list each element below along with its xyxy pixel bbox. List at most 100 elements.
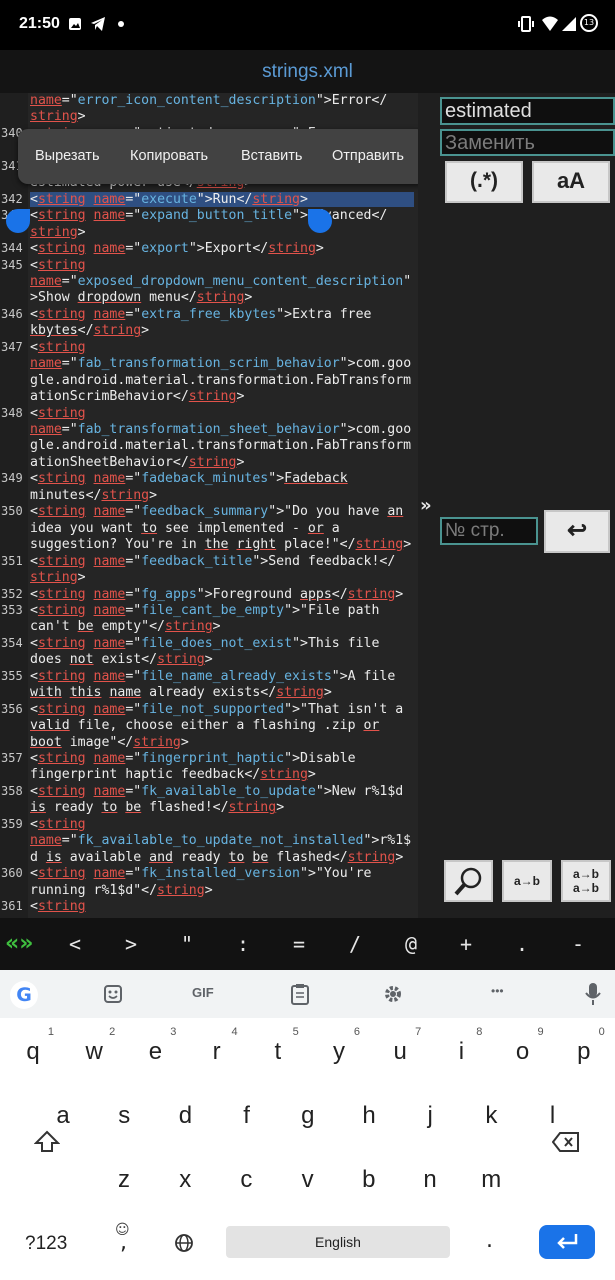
key-j[interactable]: j bbox=[404, 1090, 456, 1140]
find-button[interactable] bbox=[444, 860, 493, 902]
match-case-toggle-button[interactable]: aA bbox=[532, 161, 610, 203]
key-y[interactable]: 6y bbox=[313, 1026, 365, 1076]
code-line[interactable]: 352 <string name="fg_apps">Foreground app… bbox=[0, 587, 418, 603]
code-line[interactable]: 350 <string name="feedback_summary">"Do y… bbox=[0, 504, 418, 520]
code-line[interactable]: fingerprint haptic feedback</string> bbox=[0, 767, 418, 783]
replace-input[interactable]: Заменить bbox=[440, 129, 615, 156]
code-line[interactable]: is ready to be flashed!</string> bbox=[0, 800, 418, 816]
selection-end-handle[interactable] bbox=[308, 209, 332, 233]
code-line[interactable]: minutes</string> bbox=[0, 488, 418, 504]
selection-start-handle[interactable] bbox=[6, 209, 30, 233]
code-line[interactable]: name="fk_available_to_update_not_install… bbox=[0, 833, 418, 849]
toolbar-key[interactable]: . bbox=[507, 932, 537, 956]
regex-toggle-button[interactable]: (.*) bbox=[445, 161, 523, 203]
comma-key[interactable]: , bbox=[120, 1230, 127, 1255]
period-key[interactable]: . bbox=[486, 1228, 493, 1253]
sticker-icon[interactable] bbox=[103, 984, 123, 1004]
key-q[interactable]: 1q bbox=[7, 1026, 59, 1076]
key-t[interactable]: 5t bbox=[252, 1026, 304, 1076]
toolbar-key[interactable]: " bbox=[172, 932, 202, 956]
code-line[interactable]: boot image"</string> bbox=[0, 735, 418, 751]
code-line[interactable]: gle.android.material.transformation.FabT… bbox=[0, 438, 418, 454]
key-m[interactable]: m bbox=[465, 1154, 517, 1204]
code-line[interactable]: kbytes</string> bbox=[0, 323, 418, 339]
toolbar-key[interactable]: + bbox=[451, 932, 481, 956]
key-e[interactable]: 3e bbox=[129, 1026, 181, 1076]
code-line[interactable]: 348 <string bbox=[0, 406, 418, 422]
code-line[interactable]: running r%1$d"</string> bbox=[0, 883, 418, 899]
code-line[interactable]: 353 <string name="file_cant_be_empty">"Fi… bbox=[0, 603, 418, 619]
key-f[interactable]: f bbox=[221, 1090, 273, 1140]
toolbar-key[interactable]: - bbox=[563, 932, 593, 956]
code-line[interactable]: 342 <string name="execute">Run</string> bbox=[0, 191, 418, 208]
settings-gear-icon[interactable] bbox=[383, 984, 403, 1004]
key-b[interactable]: b bbox=[343, 1154, 395, 1204]
key-k[interactable]: k bbox=[465, 1090, 517, 1140]
code-line[interactable]: 359 <string bbox=[0, 817, 418, 833]
copy-menu-item[interactable]: Копировать bbox=[130, 148, 208, 164]
key-x[interactable]: x bbox=[159, 1154, 211, 1204]
toolbar-key[interactable]: < bbox=[60, 932, 90, 956]
code-line[interactable]: string> bbox=[0, 225, 418, 241]
key-i[interactable]: 8i bbox=[435, 1026, 487, 1076]
code-line[interactable]: 360 <string name="fk_installed_version">"… bbox=[0, 866, 418, 882]
symbols-key[interactable]: ?123 bbox=[25, 1233, 67, 1255]
code-line[interactable]: ationSheetBehavior</string> bbox=[0, 455, 418, 471]
code-line[interactable]: name="exposed_dropdown_menu_content_desc… bbox=[0, 274, 418, 290]
key-d[interactable]: d bbox=[159, 1090, 211, 1140]
toolbar-key[interactable]: : bbox=[228, 932, 258, 956]
replace-all-button[interactable]: a→b a→b bbox=[561, 860, 611, 902]
code-line[interactable]: 343<string name="expand_button_title">Ad… bbox=[0, 208, 418, 224]
toolbar-key[interactable]: = bbox=[284, 932, 314, 956]
share-menu-item[interactable]: Отправить bbox=[332, 148, 404, 164]
key-w[interactable]: 2w bbox=[68, 1026, 120, 1076]
code-editor[interactable]: name="error_icon_content_description">Er… bbox=[0, 93, 418, 918]
key-g[interactable]: g bbox=[282, 1090, 334, 1140]
key-n[interactable]: n bbox=[404, 1154, 456, 1204]
more-options-button[interactable]: ••• bbox=[491, 984, 504, 998]
toolbar-toggle-icon[interactable]: «» bbox=[5, 931, 33, 956]
toolbar-key[interactable]: / bbox=[340, 932, 370, 956]
code-line[interactable]: 344 <string name="export">Export</string> bbox=[0, 241, 418, 257]
code-line[interactable]: 347 <string bbox=[0, 340, 418, 356]
code-line[interactable]: 349 <string name="fadeback_minutes">Fadeb… bbox=[0, 471, 418, 487]
code-line[interactable]: string> bbox=[0, 570, 418, 586]
code-line[interactable]: 358 <string name="fk_available_to_update"… bbox=[0, 784, 418, 800]
code-line[interactable]: does not exist</string> bbox=[0, 652, 418, 668]
replace-button[interactable]: a→b bbox=[502, 860, 552, 902]
key-r[interactable]: 4r bbox=[191, 1026, 243, 1076]
code-line[interactable]: 345 <string bbox=[0, 258, 418, 274]
code-line[interactable]: valid file, choose either a flashing .zi… bbox=[0, 718, 418, 734]
enter-key[interactable] bbox=[539, 1225, 595, 1259]
key-c[interactable]: c bbox=[220, 1154, 272, 1204]
cut-menu-item[interactable]: Вырезать bbox=[35, 148, 100, 164]
key-u[interactable]: 7u bbox=[374, 1026, 426, 1076]
code-line[interactable]: idea you want to see implemented - or a bbox=[0, 521, 418, 537]
shift-icon[interactable] bbox=[34, 1130, 60, 1154]
code-line[interactable]: 357 <string name="fingerprint_haptic">Dis… bbox=[0, 751, 418, 767]
code-line[interactable]: 361 <string bbox=[0, 899, 418, 915]
key-s[interactable]: s bbox=[98, 1090, 150, 1140]
code-line[interactable]: ationScrimBehavior</string> bbox=[0, 389, 418, 405]
key-h[interactable]: h bbox=[343, 1090, 395, 1140]
code-line[interactable]: 355 <string name="file_name_already_exist… bbox=[0, 669, 418, 685]
code-line[interactable]: 354 <string name="file_does_not_exist">Th… bbox=[0, 636, 418, 652]
space-key[interactable]: English bbox=[226, 1226, 450, 1258]
search-input[interactable]: estimated bbox=[440, 97, 615, 125]
key-z[interactable]: z bbox=[98, 1154, 150, 1204]
google-icon[interactable]: G bbox=[10, 981, 38, 1009]
code-line[interactable]: can't be empty"</string> bbox=[0, 619, 418, 635]
paste-menu-item[interactable]: Вставить bbox=[241, 148, 302, 164]
expand-panel-icon[interactable]: » bbox=[420, 495, 432, 516]
code-line[interactable]: name="error_icon_content_description">Er… bbox=[0, 93, 418, 109]
code-line[interactable]: 346 <string name="extra_free_kbytes">Extr… bbox=[0, 307, 418, 323]
code-line[interactable]: name="fab_transformation_sheet_behavior"… bbox=[0, 422, 418, 438]
toolbar-key[interactable]: @ bbox=[396, 932, 426, 956]
key-o[interactable]: 9o bbox=[497, 1026, 549, 1076]
code-line[interactable]: string> bbox=[0, 109, 418, 125]
code-line[interactable]: >Show dropdown menu</string> bbox=[0, 290, 418, 306]
go-to-line-input[interactable]: № стр. bbox=[440, 517, 538, 545]
backspace-icon[interactable] bbox=[552, 1132, 580, 1152]
code-line[interactable]: suggestion? You're in the right place!"<… bbox=[0, 537, 418, 553]
gif-button[interactable]: GIF bbox=[192, 985, 214, 1000]
